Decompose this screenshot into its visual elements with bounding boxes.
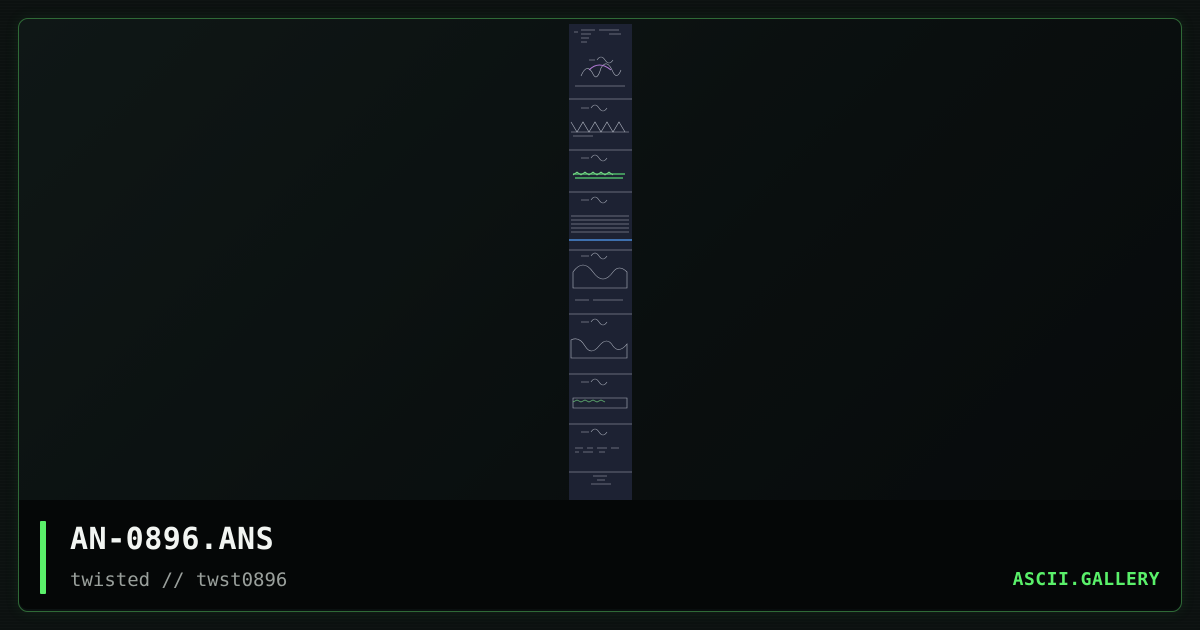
artwork-filename: AN-0896.ANS — [70, 522, 275, 557]
artwork-group-and-id: twisted // twst0896 — [70, 569, 288, 591]
ansi-art-thumbnail — [569, 29, 632, 485]
info-bar: AN-0896.ANS twisted // twst0896 ASCII.GA… — [19, 500, 1181, 609]
site-brand[interactable]: ASCII.GALLERY — [1013, 568, 1160, 592]
ansi-art-preview[interactable] — [569, 24, 632, 500]
accent-bar — [40, 521, 46, 594]
purple-accent — [588, 64, 612, 71]
